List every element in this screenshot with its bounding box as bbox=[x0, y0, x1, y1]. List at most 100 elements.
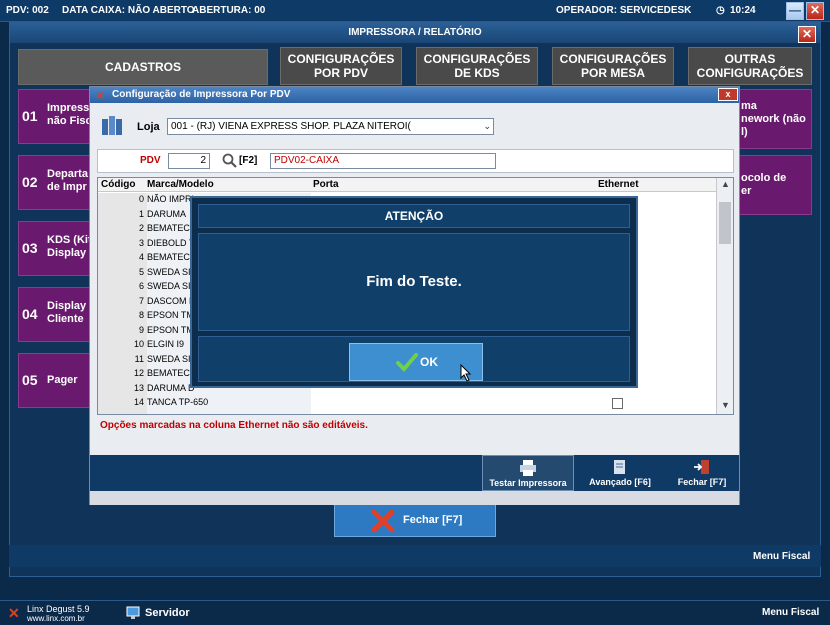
tab-config-kds-label: CONFIGURAÇÕES DE KDS bbox=[423, 52, 531, 80]
row-codigo: 0 bbox=[138, 194, 144, 204]
ok-label: OK bbox=[420, 355, 438, 369]
mouse-cursor-icon bbox=[460, 364, 472, 382]
row-marca: BEMATECH bbox=[147, 368, 197, 378]
row-porta[interactable] bbox=[311, 397, 596, 411]
row-codigo: 3 bbox=[138, 237, 144, 248]
search-icon[interactable] bbox=[222, 153, 238, 169]
alert-modal: ATENÇÃO Fim do Teste. OK bbox=[190, 196, 638, 388]
tab-outras-config[interactable]: OUTRAS CONFIGURAÇÕES bbox=[688, 47, 812, 85]
loja-select[interactable]: 001 - (RJ) VIENA EXPRESS SHOP. PLAZA NIT… bbox=[167, 118, 494, 135]
clock-time: 10:24 bbox=[730, 5, 756, 16]
avancado-button[interactable]: Avançado [F6] bbox=[585, 455, 655, 491]
dialog-title: Configuração de Impressora Por PDV bbox=[112, 89, 291, 100]
menu-fiscal-link[interactable]: Menu Fiscal bbox=[753, 551, 810, 562]
pdv-name-field: PDV02-CAIXA bbox=[270, 153, 496, 169]
tab-config-mesa-label: CONFIGURAÇÕES POR MESA bbox=[559, 52, 667, 80]
card-number: 02 bbox=[22, 174, 38, 190]
alert-footer: OK bbox=[198, 336, 630, 382]
card-label: Departa de Impr bbox=[47, 168, 88, 193]
window-title: IMPRESSORA / RELATÓRIO bbox=[10, 23, 820, 43]
server-monitor-icon bbox=[126, 606, 140, 619]
scroll-down-icon[interactable]: ▼ bbox=[721, 400, 730, 410]
window-close-button[interactable]: ✕ bbox=[798, 26, 816, 43]
row-marca: DARUMA D bbox=[147, 382, 195, 393]
card-label: Pager bbox=[47, 374, 78, 386]
col-codigo: Código bbox=[101, 179, 136, 190]
dialog-fechar-button[interactable]: Fechar [F7] bbox=[668, 455, 736, 491]
tab-config-pdv-label: CONFIGURAÇÕES POR PDV bbox=[287, 52, 395, 80]
top-status-bar: PDV: 002 DATA CAIXA: NÃO ABERTO ABERTURA… bbox=[0, 0, 830, 22]
row-marca: DARUMA bbox=[147, 208, 187, 219]
row-codigo: 5 bbox=[138, 266, 144, 277]
col-ethernet: Ethernet bbox=[598, 179, 639, 190]
ok-button[interactable]: OK bbox=[349, 343, 483, 382]
app-version: Linx Degust 5.9 bbox=[27, 604, 90, 614]
row-marca: SWEDA SI- bbox=[147, 353, 194, 364]
card-number: 03 bbox=[22, 240, 38, 256]
main-fechar-label: Fechar [F7] bbox=[403, 514, 463, 526]
row-marca: ELGIN I9 bbox=[147, 339, 185, 349]
settings-doc-icon bbox=[614, 460, 625, 474]
tab-cadastros[interactable]: CADASTROS bbox=[18, 49, 268, 85]
abertura: ABERTURA: 00 bbox=[192, 5, 266, 16]
site-url: www.linx.com.br bbox=[27, 614, 85, 623]
row-codigo: 1 bbox=[138, 208, 144, 219]
tab-outras-config-label: OUTRAS CONFIGURAÇÕES bbox=[696, 52, 804, 80]
col-marca: Marca/Modelo bbox=[147, 179, 214, 190]
tab-config-kds[interactable]: CONFIGURAÇÕES DE KDS bbox=[416, 47, 538, 85]
pdv-input[interactable]: 2 bbox=[168, 153, 210, 169]
ethernet-checkbox[interactable] bbox=[612, 398, 623, 409]
operador: OPERADOR: SERVICEDESK bbox=[556, 5, 692, 16]
store-icon bbox=[102, 116, 122, 135]
app-close-button[interactable]: ✕ bbox=[806, 2, 824, 20]
card-protocolo[interactable]: ocolo de er bbox=[732, 155, 812, 215]
scroll-up-icon[interactable]: ▲ bbox=[721, 179, 730, 189]
row-codigo: 13 bbox=[133, 382, 144, 393]
row-codigo: 8 bbox=[138, 310, 144, 320]
row-codigo: 10 bbox=[133, 339, 144, 349]
loja-label: Loja bbox=[137, 121, 160, 133]
check-icon bbox=[396, 353, 418, 372]
pdv-label: PDV bbox=[140, 155, 161, 166]
row-codigo: 11 bbox=[134, 353, 144, 364]
loja-value: 001 - (RJ) VIENA EXPRESS SHOP. PLAZA NIT… bbox=[171, 121, 411, 132]
table-scrollbar[interactable]: ▲ ▼ bbox=[716, 178, 733, 414]
data-caixa: DATA CAIXA: NÃO ABERTO bbox=[62, 5, 195, 16]
servidor-label: Servidor bbox=[145, 607, 190, 619]
row-codigo: 9 bbox=[138, 324, 144, 335]
table-header: Código Marca/Modelo Porta Ethernet bbox=[98, 178, 716, 192]
printer-icon bbox=[520, 460, 536, 476]
testar-impressora-label: Testar Impressora bbox=[489, 478, 567, 488]
avancado-label: Avançado [F6] bbox=[589, 477, 651, 487]
menu-fiscal-bottom[interactable]: Menu Fiscal bbox=[762, 607, 819, 618]
card-label: Display Cliente bbox=[47, 300, 87, 325]
bottom-status-bar: ✕ Linx Degust 5.9 www.linx.com.br Servid… bbox=[0, 600, 830, 625]
row-codigo: 4 bbox=[138, 252, 144, 262]
card-framework[interactable]: ma nework (não l) bbox=[732, 89, 812, 149]
col-porta: Porta bbox=[313, 179, 339, 190]
row-marca: SWEDA SI- bbox=[147, 281, 194, 291]
tab-config-pdv[interactable]: CONFIGURAÇÕES POR PDV bbox=[280, 47, 402, 85]
alert-message: Fim do Teste. bbox=[198, 233, 630, 331]
row-codigo: 6 bbox=[138, 281, 144, 291]
linx-logo-icon: ✕ bbox=[8, 605, 20, 621]
dialog-fechar-label: Fechar [F7] bbox=[677, 477, 727, 487]
dialog-close-button[interactable]: x bbox=[718, 88, 738, 101]
row-codigo: 14 bbox=[133, 397, 144, 407]
exit-door-icon bbox=[694, 460, 709, 474]
row-codigo: 12 bbox=[133, 368, 144, 378]
f2-label: [F2] bbox=[239, 155, 258, 166]
minimize-button[interactable]: — bbox=[786, 2, 804, 20]
card-number: 01 bbox=[22, 108, 38, 124]
row-marca: SWEDA SI- bbox=[147, 266, 194, 277]
pdv-number: PDV: 002 bbox=[6, 5, 49, 16]
tab-config-mesa[interactable]: CONFIGURAÇÕES POR MESA bbox=[552, 47, 674, 85]
table-row[interactable]: 14 TANCA TP-650 bbox=[98, 397, 716, 412]
row-marca: TANCA TP-650 bbox=[147, 397, 209, 407]
row-marca: BEMATECH bbox=[147, 252, 197, 262]
main-fechar-button[interactable]: Fechar [F7] bbox=[334, 504, 496, 537]
testar-impressora-button[interactable]: Testar Impressora bbox=[482, 455, 574, 491]
row-codigo: 2 bbox=[138, 223, 144, 233]
main-bottom-bar: Menu Fiscal bbox=[9, 545, 821, 567]
scroll-thumb[interactable] bbox=[719, 202, 731, 244]
